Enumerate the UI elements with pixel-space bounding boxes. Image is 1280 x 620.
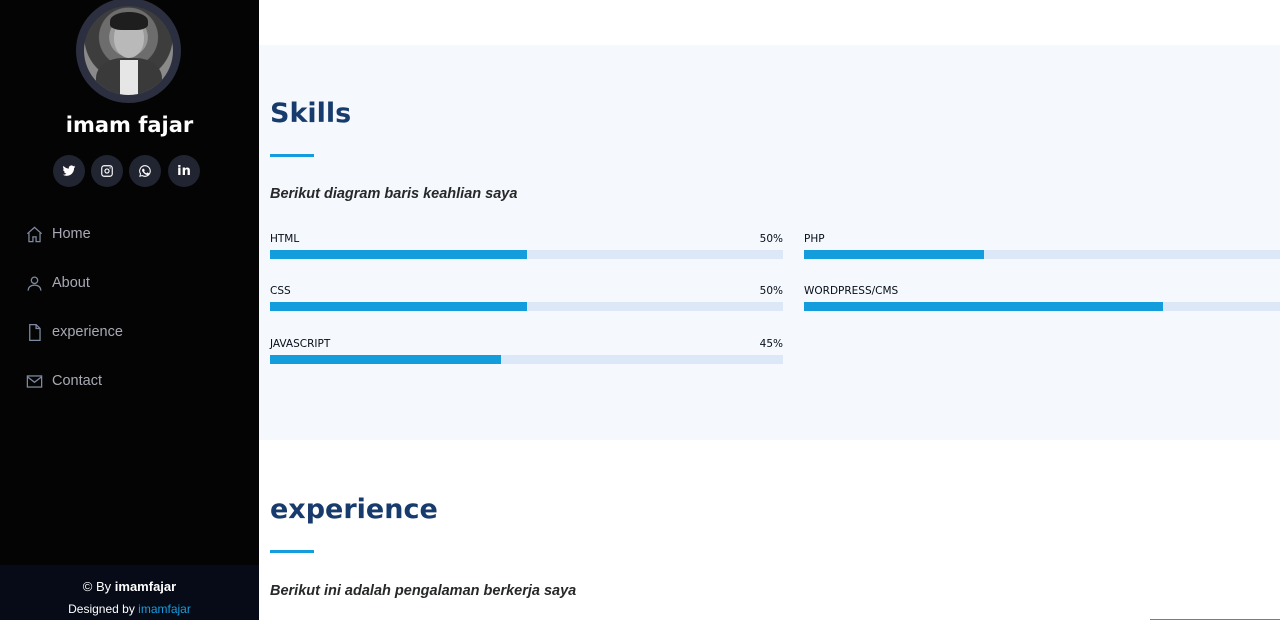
skills-title: Skills (270, 98, 352, 129)
skill-progress-track (270, 302, 783, 311)
profile-name: imam fajar (65, 113, 194, 137)
credits: Designed by imamfajar (68, 602, 191, 616)
skill-name: JAVASCRIPT (270, 338, 331, 350)
nav-item-label: Contact (52, 373, 102, 389)
sidebar-footer: © By imamfajar Designed by imamfajar (0, 565, 259, 620)
skill-progress-fill (804, 302, 1164, 311)
skill-progress-track (270, 355, 783, 364)
skills-title-underline (270, 154, 314, 157)
person-icon (27, 276, 42, 291)
skill-progress-fill (270, 302, 527, 311)
nav-item-experience[interactable]: experience (25, 321, 123, 343)
skill-name: CSS (270, 285, 291, 297)
partial-link[interactable] (1150, 608, 1280, 620)
sidebar: imam fajar in Home About experience Cont… (0, 0, 259, 620)
skill-value: 50% (759, 233, 783, 245)
skill-progress-fill (270, 355, 501, 364)
instagram-link[interactable] (91, 155, 123, 187)
nav-item-contact[interactable]: Contact (25, 370, 102, 392)
skill-value: 50% (759, 285, 783, 297)
whatsapp-icon (139, 165, 151, 177)
nav-item-home[interactable]: Home (25, 223, 91, 245)
skill-value: 45% (759, 338, 783, 350)
whatsapp-link[interactable] (129, 155, 161, 187)
skill-progress-track (270, 250, 783, 259)
skills-description: Berikut diagram baris keahlian saya (270, 186, 518, 202)
skill-progress-fill (270, 250, 527, 259)
twitter-link[interactable] (53, 155, 85, 187)
nav-item-label: experience (52, 324, 123, 340)
experience-title-underline (270, 550, 314, 553)
linkedin-link[interactable]: in (168, 155, 200, 187)
skill-progress-fill (804, 250, 984, 259)
credits-link[interactable]: imamfajar (138, 602, 191, 616)
nav-item-label: Home (52, 226, 91, 242)
twitter-icon (62, 165, 76, 176)
copyright-name: imamfajar (114, 579, 177, 594)
skill-progress-track (804, 250, 1280, 259)
skill-name: PHP (804, 233, 825, 245)
experience-title: experience (270, 494, 438, 525)
nav-item-about[interactable]: About (25, 272, 90, 294)
file-icon (29, 323, 41, 341)
avatar (76, 0, 181, 103)
linkedin-icon: in (177, 163, 191, 179)
nav-item-label: About (52, 275, 90, 291)
skill-progress-track (804, 302, 1280, 311)
copyright: © By imamfajar (82, 579, 177, 594)
instagram-icon (101, 165, 113, 177)
home-icon (26, 226, 43, 242)
envelope-icon (26, 374, 43, 388)
experience-description: Berikut ini adalah pengalaman berkerja s… (270, 583, 577, 599)
skill-name: WORDPRESS/CMS (804, 285, 899, 297)
skill-name: HTML (270, 233, 300, 245)
